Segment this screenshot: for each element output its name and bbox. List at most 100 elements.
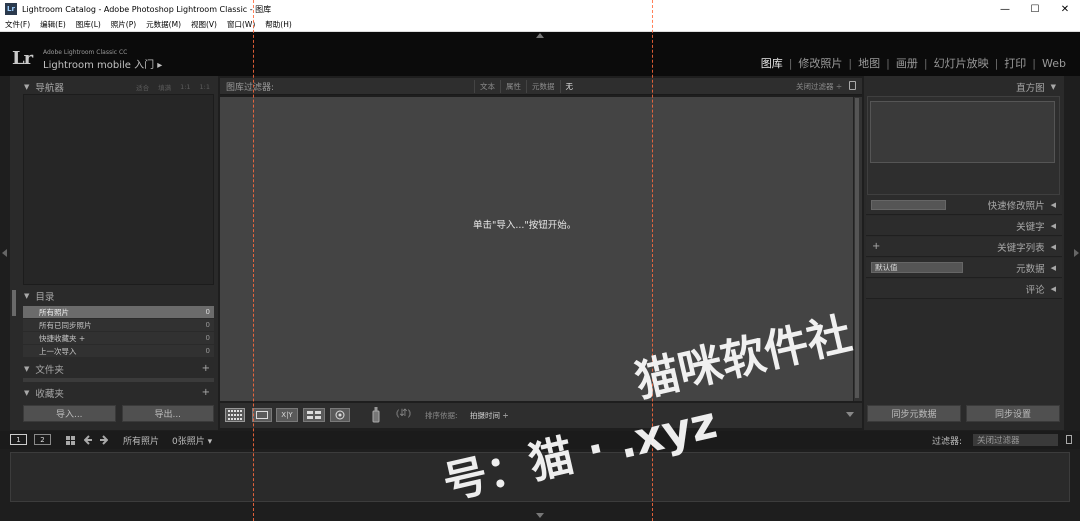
- catalog-item-count: 0: [205, 308, 210, 316]
- grid-view-icon[interactable]: [225, 408, 245, 422]
- top-panel-toggle-icon[interactable]: [536, 33, 544, 38]
- module-develop[interactable]: 修改照片: [792, 55, 848, 71]
- loupe-view-icon[interactable]: [252, 408, 272, 422]
- collections-title: 收藏夹: [35, 388, 64, 400]
- module-library[interactable]: 图库: [755, 55, 789, 71]
- add-folder-button[interactable]: +: [202, 363, 210, 374]
- keyword-list-title: 关键字列表: [997, 242, 1045, 254]
- menu-file[interactable]: 文件(F): [0, 19, 35, 30]
- compare-view-icon[interactable]: X|Y: [276, 408, 298, 422]
- menu-photo[interactable]: 照片(P): [106, 19, 141, 30]
- filter-tab-none[interactable]: 无: [559, 80, 579, 93]
- lock-icon[interactable]: [849, 81, 856, 90]
- comments-title: 评论: [1025, 284, 1045, 296]
- painter-icon[interactable]: [372, 407, 380, 426]
- window-title: Lightroom Catalog - Adobe Photoshop Ligh…: [22, 4, 272, 14]
- maximize-button[interactable]: ☐: [1020, 0, 1050, 18]
- left-panel-scrollbar[interactable]: [12, 290, 16, 316]
- filter-tab-attribute[interactable]: 属性: [500, 80, 526, 93]
- menu-metadata[interactable]: 元数据(M): [141, 19, 186, 30]
- collections-header[interactable]: ▼ 收藏夹 +: [24, 385, 214, 400]
- histogram-display: [870, 101, 1055, 163]
- collapse-triangle-icon: ▼: [24, 388, 30, 397]
- menu-bar: 文件(F) 编辑(E) 图库(L) 照片(P) 元数据(M) 视图(V) 窗口(…: [0, 18, 1080, 32]
- quick-develop-preset-select[interactable]: [871, 199, 946, 210]
- collapse-triangle-icon: ▼: [24, 364, 30, 373]
- metadata-title: 元数据: [1016, 263, 1045, 275]
- histogram-header[interactable]: 直方图 ▼: [866, 79, 1062, 94]
- menu-edit[interactable]: 编辑(E): [35, 19, 71, 30]
- filter-tabs: 文本 属性 元数据 无: [474, 80, 578, 93]
- people-view-icon[interactable]: [330, 408, 350, 422]
- catalog-item-label: 快捷收藏夹 +: [39, 333, 86, 343]
- expand-triangle-icon: ◀: [1050, 200, 1056, 209]
- folders-header[interactable]: ▼ 文件夹 +: [24, 361, 214, 376]
- left-panel-toggle-icon[interactable]: [2, 249, 7, 257]
- empty-catalog-message: 单击"导入..."按钮开始。: [473, 220, 577, 231]
- right-panel-toggle-icon[interactable]: [1074, 249, 1079, 257]
- catalog-item-label: 上一次导入: [39, 346, 77, 356]
- grid-small-icon[interactable]: [66, 436, 75, 448]
- quick-develop-header[interactable]: 快速修改照片 ◀: [866, 195, 1062, 215]
- filter-tab-metadata[interactable]: 元数据: [526, 80, 560, 93]
- close-button[interactable]: ✕: [1050, 0, 1080, 18]
- module-map[interactable]: 地图: [852, 55, 886, 71]
- collapse-triangle-icon: ▼: [24, 82, 30, 91]
- catalog-item-previous-import[interactable]: 上一次导入 0: [23, 345, 214, 358]
- expand-triangle-icon: ◀: [1050, 284, 1056, 293]
- menu-library[interactable]: 图库(L): [71, 19, 106, 30]
- collapse-triangle-icon: ▼: [1050, 82, 1056, 91]
- navigator-preview[interactable]: [23, 94, 214, 285]
- left-panel-buttons: 导入... 导出...: [23, 405, 214, 422]
- module-slideshow[interactable]: 幻灯片放映: [928, 55, 995, 71]
- catalog-item-label: 所有照片: [39, 307, 69, 317]
- forward-arrow-icon[interactable]: [99, 435, 109, 448]
- catalog-item-quick-collection[interactable]: 快捷收藏夹 + 0: [23, 332, 214, 345]
- zoom-custom[interactable]: 1:1: [200, 83, 210, 91]
- zoom-fill[interactable]: 填满: [158, 82, 171, 92]
- menu-help[interactable]: 帮助(H): [260, 19, 297, 30]
- library-filter-title: 图库过滤器:: [226, 83, 275, 93]
- zoom-fit[interactable]: 适合: [136, 82, 149, 92]
- minimize-button[interactable]: —: [990, 0, 1020, 18]
- quick-develop-title: 快速修改照片: [987, 200, 1045, 212]
- navigator-title: 导航器: [35, 82, 64, 94]
- zoom-1-1[interactable]: 1:1: [180, 83, 190, 91]
- expand-triangle-icon: ◀: [1050, 263, 1056, 272]
- title-bar: Lr Lightroom Catalog - Adobe Photoshop L…: [0, 0, 1080, 18]
- secondary-screen-button[interactable]: 2: [34, 434, 51, 445]
- filter-lock-icon[interactable]: [1066, 435, 1072, 444]
- menu-window[interactable]: 窗口(W): [222, 19, 260, 30]
- filmstrip-photo-count[interactable]: 0张照片 ▾: [172, 434, 212, 447]
- import-button[interactable]: 导入...: [23, 405, 116, 422]
- module-print[interactable]: 打印: [998, 55, 1032, 71]
- module-web[interactable]: Web: [1036, 57, 1072, 70]
- product-name: Adobe Lightroom Classic CC: [43, 49, 128, 56]
- export-button[interactable]: 导出...: [121, 405, 214, 422]
- filmstrip-source[interactable]: 所有照片: [123, 434, 159, 447]
- lightroom-mobile-link[interactable]: Lightroom mobile 入门 ▸: [43, 56, 162, 71]
- filter-preset-select[interactable]: 关闭过滤器 ÷: [796, 81, 842, 92]
- lr-logo: Lr: [12, 48, 33, 69]
- keywording-header[interactable]: 关键字 ◀: [866, 216, 1062, 236]
- module-book[interactable]: 画册: [890, 55, 924, 71]
- add-keyword-button[interactable]: +: [872, 241, 880, 252]
- lightroom-app-icon: Lr: [5, 3, 17, 15]
- catalog-item-all-photos[interactable]: 所有照片 0: [23, 306, 214, 319]
- collapse-triangle-icon: ▼: [24, 291, 30, 300]
- filter-tab-text[interactable]: 文本: [474, 80, 500, 93]
- catalog-item-synced-photos[interactable]: 所有已同步照片 0: [23, 319, 214, 332]
- survey-view-icon[interactable]: [303, 408, 325, 422]
- catalog-header[interactable]: ▼ 目录: [24, 288, 214, 303]
- primary-screen-button[interactable]: 1: [10, 434, 27, 445]
- navigator-header[interactable]: ▼ 导航器 适合 填满 1:1 1:1: [24, 79, 214, 94]
- filmstrip-filter-select[interactable]: 关闭过滤器: [973, 434, 1058, 446]
- catalog-list: 所有照片 0 所有已同步照片 0 快捷收藏夹 + 0 上一次导入 0: [23, 306, 214, 358]
- back-arrow-icon[interactable]: [83, 435, 93, 448]
- expand-triangle-icon: ◀: [1050, 221, 1056, 230]
- add-collection-button[interactable]: +: [202, 387, 210, 398]
- catalog-title: 目录: [35, 291, 55, 303]
- catalog-item-count: 0: [205, 347, 210, 355]
- sort-direction-icon[interactable]: ⦅⇵⦆: [396, 408, 411, 419]
- menu-view[interactable]: 视图(V): [186, 19, 222, 30]
